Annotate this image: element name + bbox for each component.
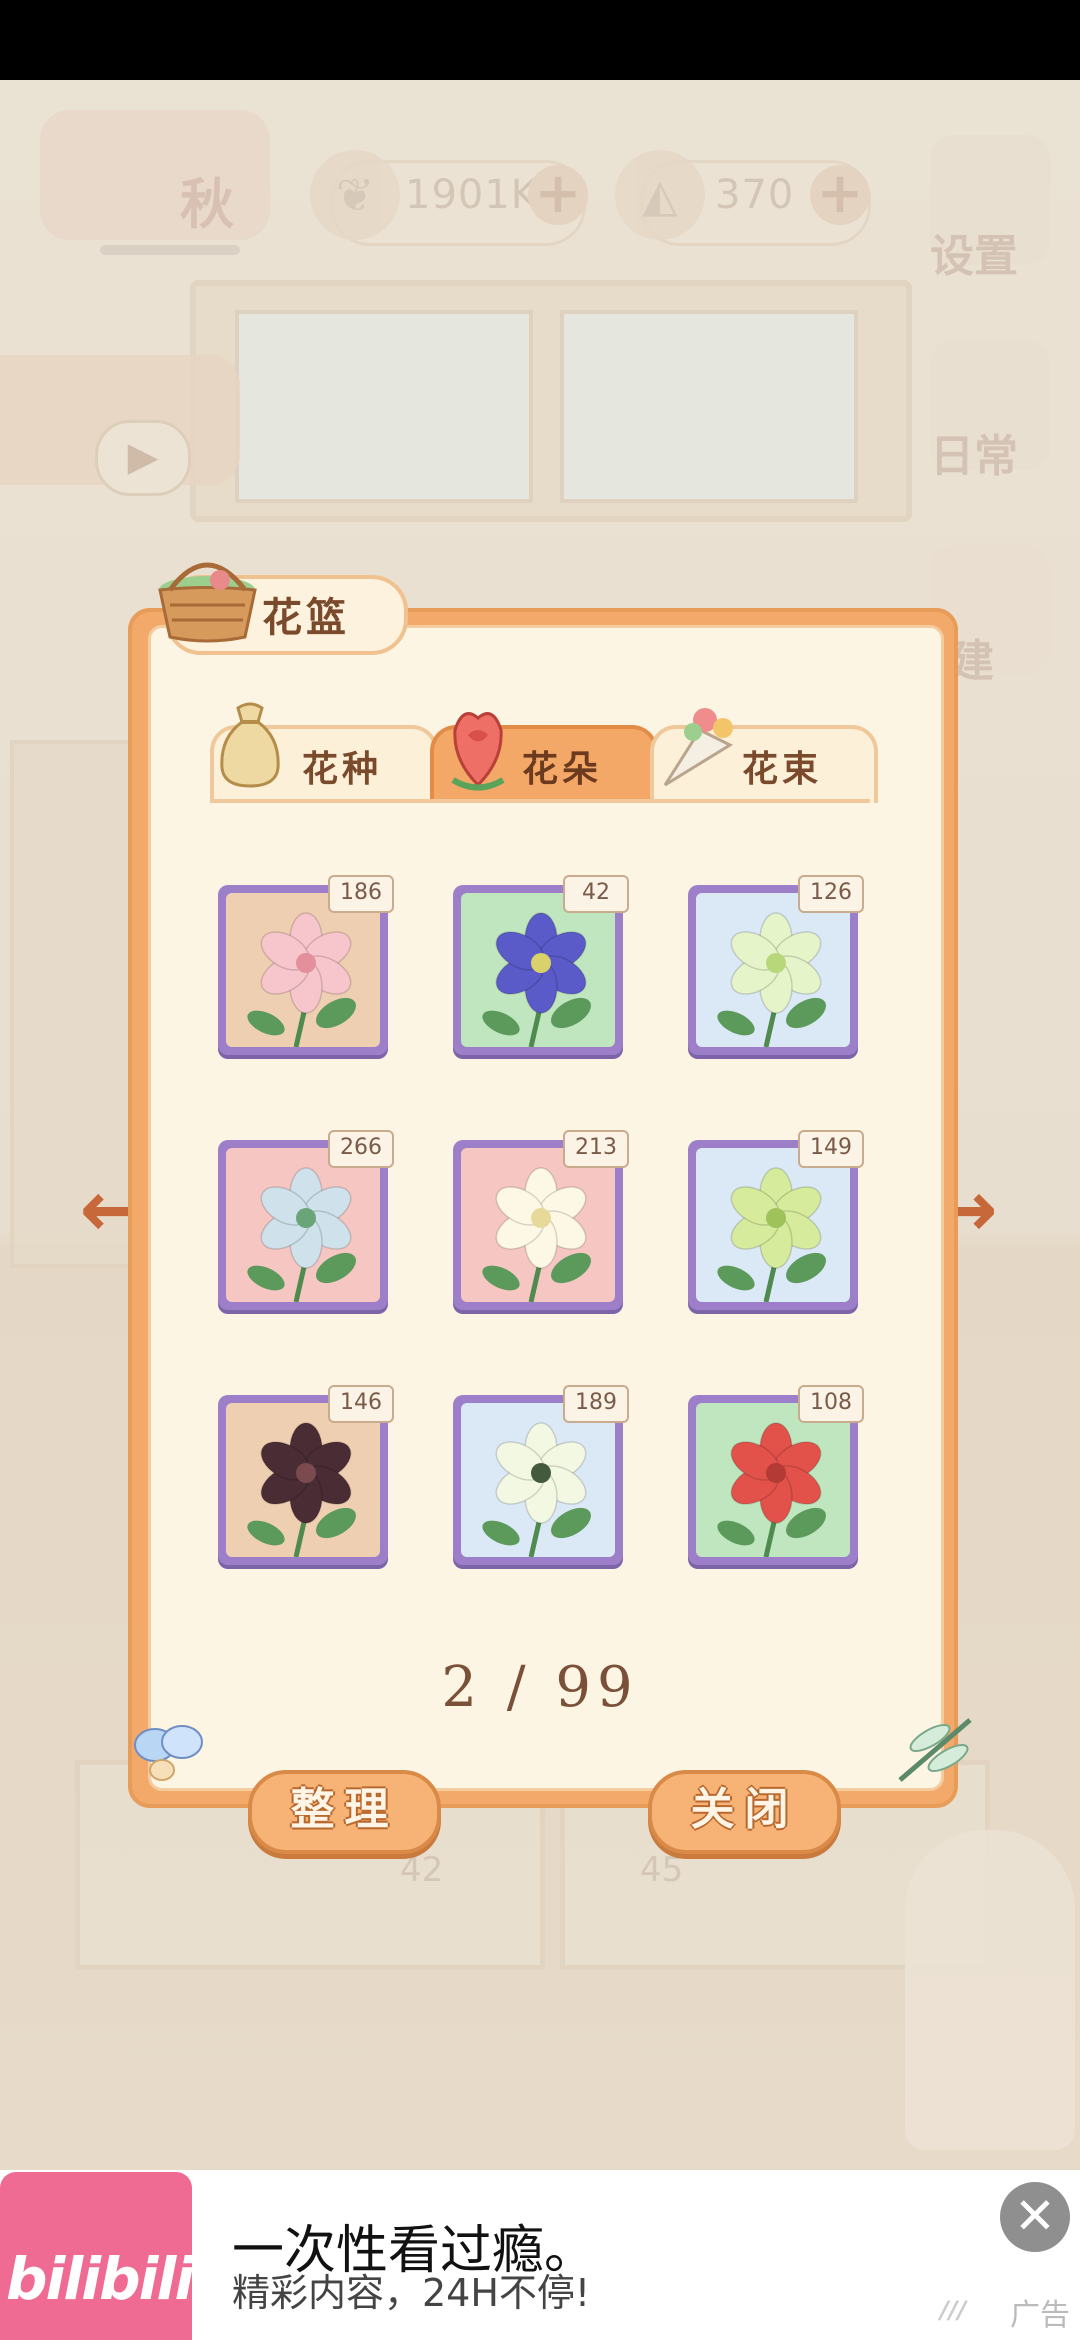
ad-close-icon[interactable]: ✕ <box>1000 2182 1070 2252</box>
dragonfly-icon <box>898 1718 972 1782</box>
flower-illustration <box>696 1148 850 1302</box>
flower-illustration <box>226 893 380 1047</box>
flower-count-badge: 146 <box>328 1385 394 1423</box>
flower-item[interactable]: 266 <box>218 1130 394 1310</box>
rose-icon <box>451 712 505 791</box>
tab-flowers-label: 花朵 <box>522 749 603 790</box>
flower-item[interactable]: 146 <box>218 1385 394 1565</box>
organize-button-label: 整理 <box>290 1784 399 1835</box>
flower-count-badge: 186 <box>328 875 394 913</box>
ad-mark-icon: /// <box>940 2296 967 2324</box>
flower-count-badge: 149 <box>798 1130 864 1168</box>
flower-count-badge: 213 <box>563 1130 629 1168</box>
tab-bouquets-label: 花束 <box>742 749 823 790</box>
organize-button[interactable]: 整理 <box>248 1770 441 1854</box>
bouquet-icon <box>663 708 734 787</box>
status-bar <box>0 0 1080 80</box>
flower-illustration <box>226 1148 380 1302</box>
ad-tag: 广告 <box>1010 2298 1070 2333</box>
flower-count-badge: 108 <box>798 1385 864 1423</box>
flower-illustration <box>226 1403 380 1557</box>
bilibili-logo-text: bilibili <box>6 2245 194 2313</box>
close-button[interactable]: 关闭 <box>648 1770 841 1854</box>
flower-item[interactable]: 186 <box>218 875 394 1055</box>
flower-item[interactable]: 108 <box>688 1385 864 1565</box>
panel-title: 花篮 <box>262 595 350 641</box>
flower-illustration <box>461 1148 615 1302</box>
flower-item[interactable]: 126 <box>688 875 864 1055</box>
flower-item[interactable]: 149 <box>688 1130 864 1310</box>
ad-subtitle: 精彩内容，24H不停! <box>232 2271 591 2315</box>
flower-count-badge: 42 <box>563 875 629 913</box>
flower-illustration <box>461 1403 615 1557</box>
tab-seeds-label: 花种 <box>302 749 383 790</box>
butterfly-icon <box>134 1725 203 1781</box>
basket-icon <box>158 562 257 643</box>
flower-item[interactable]: 213 <box>453 1130 629 1310</box>
flower-item[interactable]: 42 <box>453 875 629 1055</box>
flower-item[interactable]: 189 <box>453 1385 629 1565</box>
flower-illustration <box>461 893 615 1047</box>
flower-count-badge: 189 <box>563 1385 629 1423</box>
flower-illustration <box>696 893 850 1047</box>
tab-divider <box>210 799 870 803</box>
flower-illustration <box>696 1403 850 1557</box>
close-button-label: 关闭 <box>690 1784 799 1835</box>
flower-count-badge: 266 <box>328 1130 394 1168</box>
flower-count-badge: 126 <box>798 875 864 913</box>
seed-bag-icon <box>220 702 280 788</box>
